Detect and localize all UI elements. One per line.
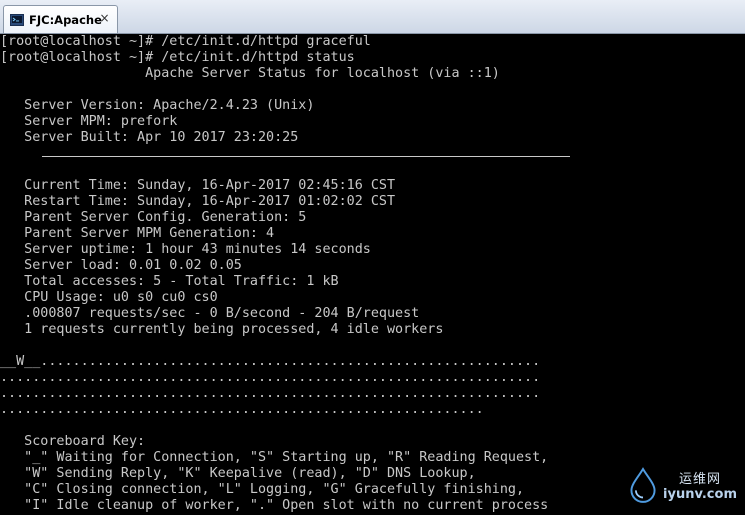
terminal-line: __W__...................................… (0, 354, 541, 369)
close-icon[interactable]: × (98, 12, 111, 25)
terminal-line: Current Time: Sunday, 16-Apr-2017 02:45:… (0, 178, 396, 193)
tab-bar: FJC:Apache × (0, 0, 745, 34)
terminal-line: Apache Server Status for localhost (via … (0, 66, 500, 81)
terminal-line: Parent Server Config. Generation: 5 (0, 210, 307, 225)
terminal-output[interactable]: [root@localhost ~]# /etc/init.d/httpd gr… (0, 34, 745, 515)
horizontal-rule (42, 156, 570, 157)
terminal-line: [root@localhost ~]# /etc/init.d/httpd st… (0, 50, 355, 65)
terminal-line: ........................................… (0, 402, 484, 417)
site-watermark: 运维网 iyunv.com (627, 461, 737, 509)
tab-fjc-apache[interactable]: FJC:Apache × (3, 5, 118, 33)
terminal-line: Server MPM: prefork (0, 114, 178, 129)
terminal-line: Server Version: Apache/2.4.23 (Unix) (0, 98, 315, 113)
droplet-logo-icon (630, 467, 656, 503)
terminal-line: ........................................… (0, 370, 541, 385)
terminal-line: Restart Time: Sunday, 16-Apr-2017 01:02:… (0, 194, 396, 209)
terminal-session-icon (10, 13, 24, 27)
terminal-window: FJC:Apache × [root@localhost ~]# /etc/in… (0, 0, 745, 515)
terminal-line: Parent Server MPM Generation: 4 (0, 226, 275, 241)
terminal-line: Scoreboard Key: (0, 434, 146, 449)
watermark-cn: 运维网 (679, 472, 722, 487)
terminal-line: Total accesses: 5 - Total Traffic: 1 kB (0, 274, 339, 289)
terminal-line: 1 requests currently being processed, 4 … (0, 322, 444, 337)
terminal-line: ........................................… (0, 386, 541, 401)
watermark-en: iyunv.com (663, 487, 737, 502)
terminal-line: CPU Usage: u0 s0 cu0 cs0 (0, 290, 218, 305)
tab-title: FJC:Apache (29, 12, 102, 27)
terminal-line: [root@localhost ~]# /etc/init.d/httpd gr… (0, 34, 371, 49)
terminal-line: Server load: 0.01 0.02 0.05 (0, 258, 242, 273)
terminal-hr-rule (0, 146, 745, 162)
terminal-line: Server uptime: 1 hour 43 minutes 14 seco… (0, 242, 371, 257)
terminal-line: .000807 requests/sec - 0 B/second - 204 … (0, 306, 420, 321)
terminal-line: Server Built: Apr 10 2017 23:20:25 (0, 130, 299, 145)
